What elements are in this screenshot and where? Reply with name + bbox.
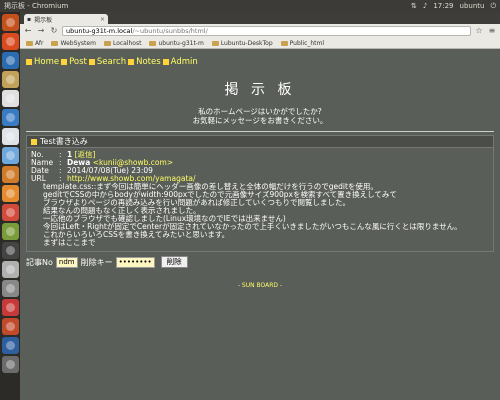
reload-icon[interactable]: ↻ <box>49 26 59 36</box>
article-no-input[interactable]: ndm <box>55 256 78 268</box>
software-center-icon[interactable] <box>1 299 19 316</box>
dash-icon[interactable] <box>1 14 19 31</box>
folder-icon <box>26 40 33 46</box>
post-body: No.: 1 [返信] Name: Dewa <kunii@showb.com>… <box>26 147 494 252</box>
delete-form: 記事No ndm 削除キー •••••••• 削除 <box>26 256 494 268</box>
tab-favicon-icon: ▪ <box>27 15 32 23</box>
divider <box>26 131 494 132</box>
clock[interactable]: 17:29 <box>433 2 453 10</box>
files-icon[interactable] <box>1 71 19 88</box>
nav-admin[interactable]: Admin <box>162 57 198 67</box>
firefox-icon[interactable] <box>1 33 19 50</box>
square-icon <box>31 138 37 145</box>
square-icon <box>61 59 68 65</box>
window-title: 掲示板 - Chromium <box>4 2 69 10</box>
media-icon[interactable] <box>1 166 19 183</box>
launcher <box>0 12 20 400</box>
power-icon[interactable]: ⏻ <box>490 2 496 11</box>
system-tray: ⇅ ♪ 17:29 ubuntu ⏻ <box>411 2 496 11</box>
network-icon[interactable]: ⇅ <box>411 2 417 10</box>
user-name[interactable]: ubuntu <box>460 2 485 10</box>
square-icon <box>162 59 169 65</box>
tab-active[interactable]: ▪ 掲示板 × <box>24 14 108 24</box>
folder-icon <box>280 40 288 46</box>
delete-button[interactable]: 削除 <box>160 256 188 268</box>
post-message: template.css::まず今回は簡単にヘッダー画像の差し替えと全体の幅だけ… <box>43 182 462 247</box>
document-icon[interactable] <box>1 128 19 145</box>
folder-icon <box>211 40 219 46</box>
url-host: ubuntu-g31t-m.local <box>66 27 133 35</box>
close-tab-icon[interactable]: × <box>100 16 105 23</box>
article-no-label: 記事No <box>26 257 53 267</box>
nav-home[interactable]: Home <box>26 57 59 67</box>
footer-text: - SUN BOARD - <box>237 282 283 289</box>
square-icon <box>88 59 95 65</box>
disk-icon[interactable] <box>1 261 19 278</box>
post-title: Test書き込み <box>40 137 88 146</box>
square-icon <box>128 59 135 65</box>
image-editor-icon[interactable] <box>1 223 19 240</box>
delete-key-input[interactable]: •••••••• <box>115 256 155 268</box>
folder-icon <box>149 40 157 46</box>
post-header: Test書き込み <box>26 135 494 147</box>
remote-icon[interactable] <box>1 318 19 335</box>
address-bar[interactable]: ubuntu-g31t-m.local/~ubuntu/sunbbs/html/ <box>62 26 471 36</box>
site-nav: Home Post Search Notes Admin <box>20 49 500 67</box>
menu-icon[interactable]: ≡ <box>487 26 497 36</box>
nav-post[interactable]: Post <box>61 57 87 67</box>
settings-icon[interactable] <box>1 185 19 202</box>
square-icon <box>26 59 32 65</box>
back-icon[interactable]: ← <box>23 26 33 36</box>
bookmark-ubuntu-g31t-m[interactable]: ubuntu-g31t-m <box>149 40 204 47</box>
chrome-icon[interactable] <box>1 52 19 69</box>
bookmark-star-icon[interactable]: ☆ <box>474 26 484 36</box>
trash-icon[interactable] <box>1 356 19 373</box>
page-title: 掲 示 板 <box>224 82 296 98</box>
bookmark-afr[interactable]: Afr <box>26 40 43 47</box>
libreoffice-writer-icon[interactable] <box>1 90 19 107</box>
bookmark-public-html[interactable]: Public_html <box>280 40 324 47</box>
tab-bar: ▪ 掲示板 × <box>20 12 500 24</box>
browser-window: ▪ 掲示板 × ← → ↻ ubuntu-g31t-m.local/~ubunt… <box>20 12 500 400</box>
nav-notes[interactable]: Notes <box>128 57 161 67</box>
bookmark-localhost[interactable]: Localhost <box>103 40 141 47</box>
terminal-red-icon[interactable] <box>1 204 19 221</box>
workspace-icon[interactable] <box>1 337 19 354</box>
page-subtitle: 私のホームページはいかがでしたか? お気軽にメッセージをお書きください。 <box>192 107 328 125</box>
bookmarks-bar: Afr WebSystem Localhost ubuntu-g31t-m Lu… <box>20 38 500 49</box>
folder-icon <box>103 40 111 46</box>
page-content: Home Post Search Notes Admin 掲 示 板 私のホーム… <box>20 49 500 400</box>
browser-toolbar: ← → ↻ ubuntu-g31t-m.local/~ubuntu/sunbbs… <box>20 24 500 38</box>
cloud-icon[interactable] <box>1 147 19 164</box>
terminal-icon[interactable] <box>1 242 19 259</box>
chromium-icon[interactable] <box>1 109 19 126</box>
sound-icon[interactable]: ♪ <box>423 2 427 10</box>
url-path: /~ubuntu/sunbbs/html/ <box>132 27 208 35</box>
delete-key-label: 削除キー <box>80 257 113 267</box>
folder-icon <box>51 40 59 46</box>
nav-search[interactable]: Search <box>88 57 126 67</box>
forward-icon[interactable]: → <box>36 26 46 36</box>
top-panel: 掲示板 - Chromium ⇅ ♪ 17:29 ubuntu ⏻ <box>0 0 500 12</box>
tab-title: 掲示板 <box>34 16 53 24</box>
bookmark-websystem[interactable]: WebSystem <box>51 40 96 47</box>
usb-icon[interactable] <box>1 280 19 297</box>
bookmark-lubuntu-desktop[interactable]: Lubuntu-DeskTop <box>211 40 273 47</box>
